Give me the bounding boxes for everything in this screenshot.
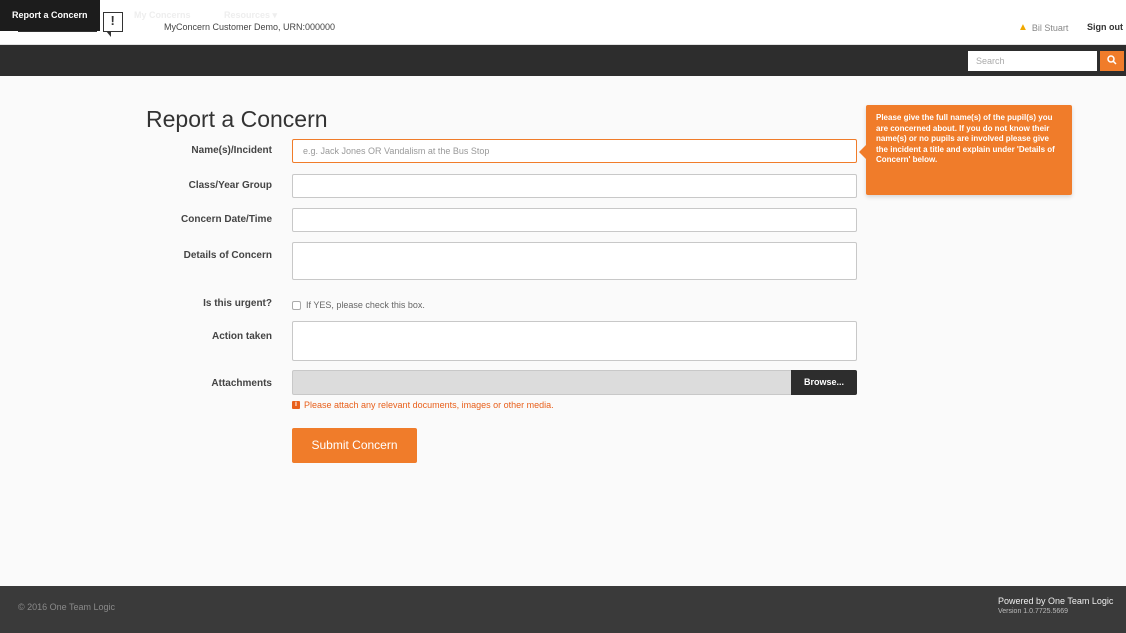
attachments-field[interactable] <box>292 370 857 395</box>
search-button[interactable] <box>1100 51 1124 71</box>
submit-concern-button[interactable]: Submit Concern <box>292 428 417 463</box>
class-year-input[interactable] <box>292 174 857 198</box>
user-info[interactable]: ▲ Bil Stuart <box>1018 22 1068 33</box>
footer <box>0 586 1126 633</box>
footer-copyright: © 2016 One Team Logic <box>18 602 116 612</box>
urgent-label: Is this urgent? <box>203 298 272 309</box>
attach-note: i Please attach any relevant documents, … <box>292 400 554 410</box>
user-name: Bil Stuart <box>1031 22 1069 33</box>
action-label: Action taken <box>211 331 272 342</box>
class-label: Class/Year Group <box>188 180 272 191</box>
details-textarea[interactable] <box>292 242 857 280</box>
search-input[interactable] <box>968 51 1097 71</box>
urgent-checkbox[interactable] <box>292 301 301 310</box>
page-title: Report a Concern <box>146 106 328 132</box>
attach-note-text: Please attach any relevant documents, im… <box>304 400 554 410</box>
names-input[interactable] <box>292 139 857 163</box>
footer-powered-by: Powered by One Team Logic <box>998 596 1114 606</box>
nav-report-a-concern[interactable]: Report a Concern <box>0 0 100 31</box>
nav-bar <box>0 45 1126 76</box>
footer-version: Version 1.0.7725.5669 <box>998 608 1069 615</box>
urgent-hint: If YES, please check this box. <box>306 300 425 310</box>
info-icon: i <box>292 401 300 409</box>
browse-button[interactable]: Browse... <box>791 370 857 395</box>
names-help-tooltip: Please give the full name(s) of the pupi… <box>859 105 1072 195</box>
concern-date-input[interactable] <box>292 208 857 232</box>
details-label: Details of Concern <box>183 250 272 261</box>
nav-my-concerns[interactable]: My Concerns <box>122 0 203 31</box>
names-label: Name(s)/Incident <box>191 145 272 156</box>
nav-resources-dropdown[interactable]: Resources ▾ <box>212 0 289 31</box>
sign-out-link[interactable]: Sign out <box>1087 22 1123 32</box>
user-icon: ▲ <box>1018 22 1028 33</box>
search-icon <box>1107 55 1117 65</box>
date-label: Concern Date/Time <box>181 214 272 225</box>
action-textarea[interactable] <box>292 321 857 361</box>
attachments-label: Attachments <box>211 378 272 389</box>
logo-mark: ! <box>102 12 123 37</box>
